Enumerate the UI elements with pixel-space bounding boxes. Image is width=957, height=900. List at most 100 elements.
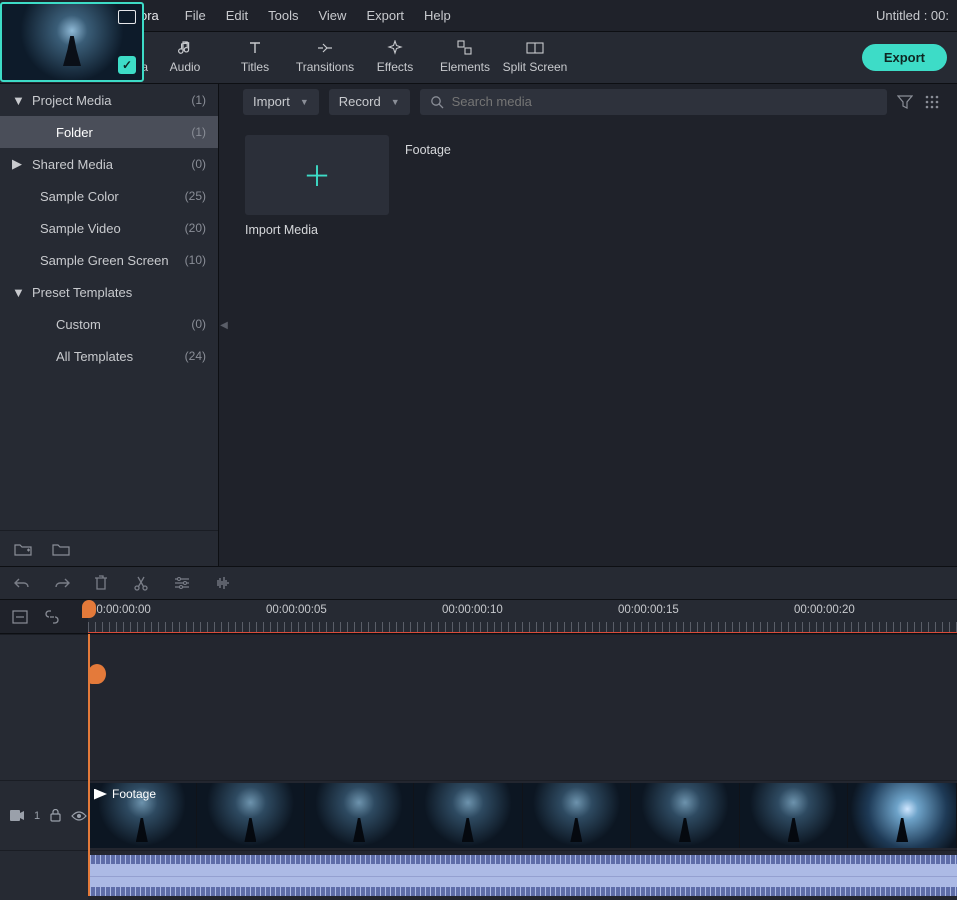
tile-caption: Import Media [245,223,389,237]
menu-export[interactable]: Export [366,8,404,23]
media-clip-thumb[interactable]: ✓ [0,2,144,82]
sidebar-item-count: (25) [185,189,206,203]
sidebar-item-sample-green-screen[interactable]: Sample Green Screen (10) [0,244,218,276]
search-icon [430,95,444,109]
video-track-icon [10,810,24,821]
search-field[interactable] [420,89,887,115]
menu-view[interactable]: View [318,8,346,23]
tab-transitions[interactable]: Transitions [290,36,360,80]
import-media-tile[interactable]: ＋ Import Media [245,135,389,237]
import-dropdown[interactable]: Import ▼ [243,89,319,115]
track-header [0,634,88,780]
record-dropdown[interactable]: Record ▼ [329,89,410,115]
main-area: ▼ Project Media (1) Folder (1) ▶ Shared … [0,84,957,566]
sidebar-item-count: (20) [185,221,206,235]
menu-tools[interactable]: Tools [268,8,298,23]
tab-label: Transitions [296,60,354,74]
track-body[interactable] [88,634,957,780]
transitions-icon [316,40,334,56]
dropdown-label: Import [253,94,290,109]
timeline: 00:00:00:00 00:00:00:05 00:00:00:10 00:0… [0,600,957,898]
sidebar-item-count: (0) [191,157,206,171]
chevron-down-icon: ▼ [391,97,400,107]
sidebar-item-project-media[interactable]: ▼ Project Media (1) [0,84,218,116]
tab-elements[interactable]: Elements [430,36,500,80]
menu-file[interactable]: File [185,8,206,23]
tab-audio[interactable]: Audio [150,36,220,80]
clip-label: Footage [94,787,156,801]
lock-icon[interactable] [50,809,61,822]
timeline-ruler[interactable]: 00:00:00:00 00:00:00:05 00:00:00:10 00:0… [88,600,957,633]
undo-icon[interactable] [14,577,32,589]
tab-label: Titles [241,60,269,74]
sidebar-item-preset-templates[interactable]: ▼ Preset Templates [0,276,218,308]
timeline-tracks: 1 Footage [0,634,957,896]
panel-resize-handle[interactable]: ◀ [219,84,229,566]
sidebar-item-label: Sample Green Screen [40,253,185,268]
tab-label: Split Screen [503,60,568,74]
sidebar-item-all-templates[interactable]: All Templates (24) [0,340,218,372]
media-clip-tile[interactable]: ✓ Footage [405,135,549,157]
chevron-down-icon: ▼ [12,285,24,300]
ruler-stamp: 00:00:00:05 [266,604,327,616]
sidebar-item-label: Custom [56,317,191,332]
ruler-baseline [88,632,957,633]
link-icon[interactable] [44,610,60,624]
timeline-ruler-row: 00:00:00:00 00:00:00:05 00:00:00:10 00:0… [0,600,957,634]
audio-clip[interactable] [88,855,957,896]
timeline-toolbar [0,566,957,600]
playhead[interactable] [88,634,90,896]
menu-help[interactable]: Help [424,8,451,23]
track-index: 1 [34,810,40,822]
folder-icon[interactable] [52,542,70,556]
search-input[interactable] [452,94,877,109]
dropdown-label: Record [339,94,381,109]
ruler-controls [0,600,88,633]
audio-wave-icon[interactable] [214,576,232,590]
tab-effects[interactable]: Effects [360,36,430,80]
adjust-icon[interactable] [174,576,192,590]
sidebar-item-shared-media[interactable]: ▶ Shared Media (0) [0,148,218,180]
music-note-icon [176,40,194,56]
sidebar-item-custom[interactable]: Custom (0) [0,308,218,340]
video-clip[interactable]: Footage [88,783,957,848]
timeline-marker[interactable] [88,664,106,684]
tab-split-screen[interactable]: Split Screen [500,36,570,80]
track-body[interactable]: Footage [88,780,957,850]
redo-icon[interactable] [54,577,72,589]
import-media-thumb[interactable]: ＋ [245,135,389,215]
split-icon[interactable] [134,575,152,591]
export-button[interactable]: Export [862,44,947,71]
sidebar-item-sample-color[interactable]: Sample Color (25) [0,180,218,212]
text-icon [246,40,264,56]
menu-edit[interactable]: Edit [226,8,248,23]
track-empty [0,634,957,780]
sidebar: ▼ Project Media (1) Folder (1) ▶ Shared … [0,84,219,566]
sparkle-icon [386,40,404,56]
sidebar-item-count: (0) [191,317,206,331]
eye-icon[interactable] [71,811,87,821]
track-video-1: 1 Footage [0,780,957,850]
tile-caption: Footage [405,143,549,157]
grid-view-icon[interactable] [925,95,943,109]
track-body[interactable] [88,850,957,900]
tab-titles[interactable]: Titles [220,36,290,80]
sidebar-item-label: Folder [56,125,191,140]
media-browser: Import ▼ Record ▼ ＋ Import Media [229,84,957,566]
sidebar-item-sample-video[interactable]: Sample Video (20) [0,212,218,244]
plus-icon: ＋ [303,155,331,195]
browser-toolbar: Import ▼ Record ▼ [229,84,957,119]
new-folder-icon[interactable] [14,542,32,556]
media-grid: ＋ Import Media ✓ Footage [229,119,957,253]
filter-icon[interactable] [897,95,915,109]
fit-icon[interactable] [12,610,28,624]
shapes-icon [456,40,474,56]
sidebar-item-label: Project Media [32,93,191,108]
sidebar-item-folder[interactable]: Folder (1) [0,116,218,148]
sidebar-item-count: (1) [191,93,206,107]
sidebar-item-label: Sample Color [40,189,185,204]
sidebar-item-label: Preset Templates [32,285,206,300]
audio-waveform [88,855,957,896]
delete-icon[interactable] [94,575,112,591]
chevron-right-icon: ▶ [12,156,24,172]
